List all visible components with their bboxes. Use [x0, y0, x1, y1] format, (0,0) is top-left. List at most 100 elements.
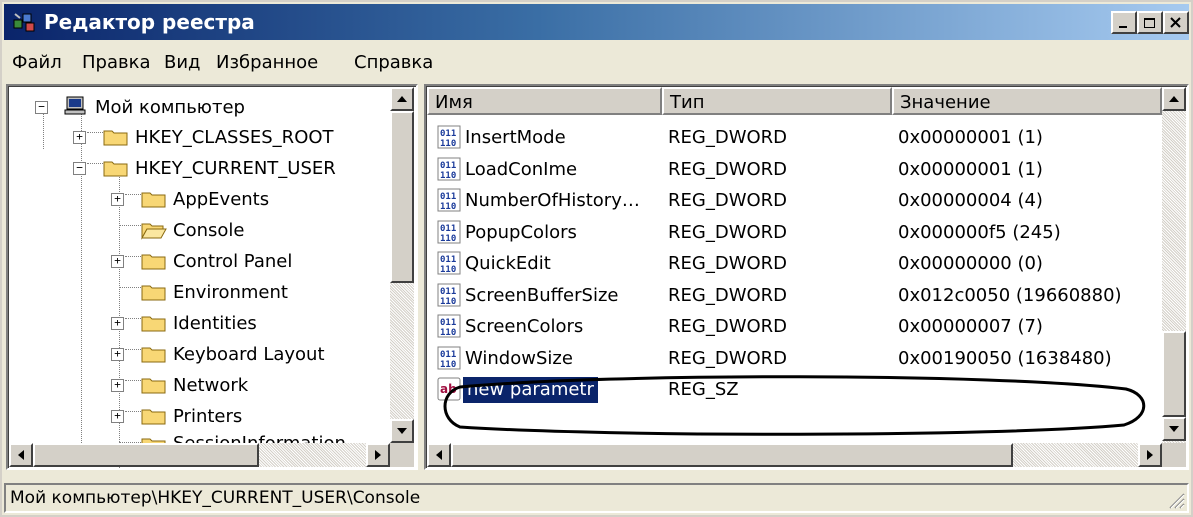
- svg-text:110: 110: [440, 297, 456, 307]
- maximize-button[interactable]: [1137, 11, 1163, 34]
- menu-favorites[interactable]: Избранное: [216, 52, 318, 73]
- menu-help[interactable]: Справка: [354, 52, 433, 73]
- svg-text:011: 011: [440, 161, 456, 171]
- value-row[interactable]: 011 110 PopupColors REG_DWORD 0x000000f5 (24…: [427, 218, 1162, 248]
- dword-icon: 011110: [437, 157, 461, 181]
- scroll-thumb[interactable]: [33, 443, 259, 467]
- expand-icon[interactable]: +: [111, 317, 124, 330]
- expand-icon[interactable]: +: [111, 193, 124, 206]
- tree-label: HKEY_CURRENT_USER: [135, 158, 336, 179]
- scroll-thumb[interactable]: [390, 111, 414, 283]
- computer-icon: [64, 96, 86, 115]
- folder-icon: [103, 161, 128, 177]
- dword-icon: 011110: [437, 251, 461, 275]
- column-header-value[interactable]: Значение: [892, 87, 1162, 115]
- tree-label: Console: [173, 220, 245, 241]
- scroll-left-button[interactable]: [9, 443, 33, 467]
- value-row[interactable]: 011 110 ScreenBufferSize REG_DWORD 0x012c005…: [427, 281, 1162, 311]
- value-data: 0x00000007 (7): [898, 316, 1043, 337]
- value-data: 0x012c0050 (19660880): [898, 284, 1122, 306]
- tree-label: HKEY_CLASSES_ROOT: [135, 127, 334, 148]
- value-type: REG_DWORD: [668, 253, 788, 274]
- tree-label: AppEvents: [173, 189, 270, 210]
- dword-icon: 011110: [437, 220, 461, 244]
- svg-text:011: 011: [440, 318, 456, 328]
- expand-icon[interactable]: +: [73, 131, 86, 144]
- tree-item-root[interactable]: − Мой компьютер: [9, 93, 399, 123]
- collapse-icon[interactable]: −: [73, 162, 86, 175]
- expand-icon[interactable]: +: [111, 255, 124, 268]
- scroll-right-button[interactable]: [366, 443, 390, 467]
- tree-item[interactable]: + HKEY_CLASSES_ROOT: [9, 123, 399, 153]
- scroll-right-button[interactable]: [1138, 443, 1162, 467]
- tree-item[interactable]: + Keyboard Layout: [9, 340, 399, 370]
- folder-icon: [141, 409, 166, 425]
- scroll-down-button[interactable]: [1162, 417, 1186, 441]
- highlight-ellipse: [443, 375, 1146, 436]
- expand-icon[interactable]: +: [111, 410, 124, 423]
- column-header-type[interactable]: Тип: [662, 87, 892, 115]
- title-bar[interactable]: Редактор реестра: [4, 4, 1189, 40]
- scroll-down-button[interactable]: [390, 419, 414, 443]
- tree-item[interactable]: + Identities: [9, 309, 399, 339]
- folder-icon: [141, 378, 166, 394]
- value-row[interactable]: 011 110 ScreenColors REG_DWORD 0x00000007 (7…: [427, 312, 1162, 342]
- tree-label: Environment: [173, 282, 288, 303]
- value-data: 0x00000004 (4): [898, 190, 1043, 211]
- resize-grip-icon[interactable]: [1167, 491, 1185, 509]
- value-name: NumberOfHistory…: [465, 190, 640, 211]
- tree-label: Identities: [173, 313, 257, 334]
- minimize-icon: [1119, 25, 1127, 28]
- scroll-left-button[interactable]: [427, 443, 451, 467]
- tree-item[interactable]: + AppEvents: [9, 185, 399, 215]
- value-data: 0x000000f5 (245): [898, 221, 1061, 243]
- value-data: 0x00000001 (1): [898, 158, 1043, 180]
- value-row[interactable]: 011 110 InsertMode REG_DWORD 0x00000001 (1): [427, 123, 1162, 153]
- tree-label: Мой компьютер: [95, 97, 245, 118]
- svg-text:011: 011: [440, 350, 456, 360]
- tree-label: Network: [173, 375, 249, 396]
- folder-icon: [103, 130, 128, 146]
- menu-file[interactable]: Файл: [12, 52, 62, 73]
- value-name: ScreenColors: [465, 316, 584, 337]
- tree-item[interactable]: + Control Panel: [9, 247, 399, 277]
- folder-icon: [141, 254, 166, 270]
- value-row[interactable]: 011 110 QuickEdit REG_DWORD 0x00000000 (0): [427, 249, 1162, 279]
- value-type: REG_DWORD: [668, 347, 788, 369]
- value-row[interactable]: 011 110 NumberOfHistory… REG_DWORD 0x0000000…: [427, 186, 1162, 216]
- arrow-left-icon: [436, 450, 442, 460]
- tree-label: Control Panel: [173, 251, 293, 272]
- tree-item[interactable]: + Network: [9, 371, 399, 401]
- tree-label: Printers: [173, 406, 243, 427]
- svg-text:110: 110: [440, 171, 456, 181]
- value-row[interactable]: 011 110 LoadConIme REG_DWORD 0x00000001 (1): [427, 155, 1162, 185]
- value-data: 0x00000000 (0): [898, 253, 1043, 274]
- tree-item[interactable]: + Printers: [9, 402, 399, 432]
- arrow-up-icon: [1169, 96, 1179, 102]
- svg-text:110: 110: [440, 265, 456, 275]
- scroll-up-button[interactable]: [1162, 87, 1186, 111]
- dword-icon: 011110: [437, 314, 461, 338]
- tree-item[interactable]: Environment: [9, 278, 399, 308]
- menu-edit[interactable]: Правка: [82, 52, 151, 73]
- collapse-icon[interactable]: −: [35, 101, 48, 114]
- expand-icon[interactable]: +: [111, 379, 124, 392]
- arrow-right-icon: [1147, 450, 1153, 460]
- arrow-right-icon: [375, 450, 381, 460]
- scroll-thumb[interactable]: [451, 443, 1013, 467]
- column-header-name[interactable]: Имя: [427, 87, 662, 115]
- arrow-down-icon: [1169, 426, 1179, 432]
- value-name: ScreenBufferSize: [465, 284, 619, 306]
- value-name: InsertMode: [465, 127, 566, 148]
- minimize-button[interactable]: [1111, 11, 1137, 34]
- tree-item[interactable]: − HKEY_CURRENT_USER: [9, 154, 399, 184]
- tree-item-console[interactable]: Console: [9, 216, 399, 246]
- close-button[interactable]: [1163, 11, 1189, 34]
- expand-icon[interactable]: +: [111, 348, 124, 361]
- menu-view[interactable]: Вид: [164, 52, 201, 73]
- dword-icon: 011110: [437, 346, 461, 370]
- scroll-thumb[interactable]: [1162, 331, 1186, 417]
- scroll-up-button[interactable]: [390, 87, 414, 111]
- svg-text:011: 011: [440, 192, 456, 202]
- folder-icon: [141, 316, 166, 332]
